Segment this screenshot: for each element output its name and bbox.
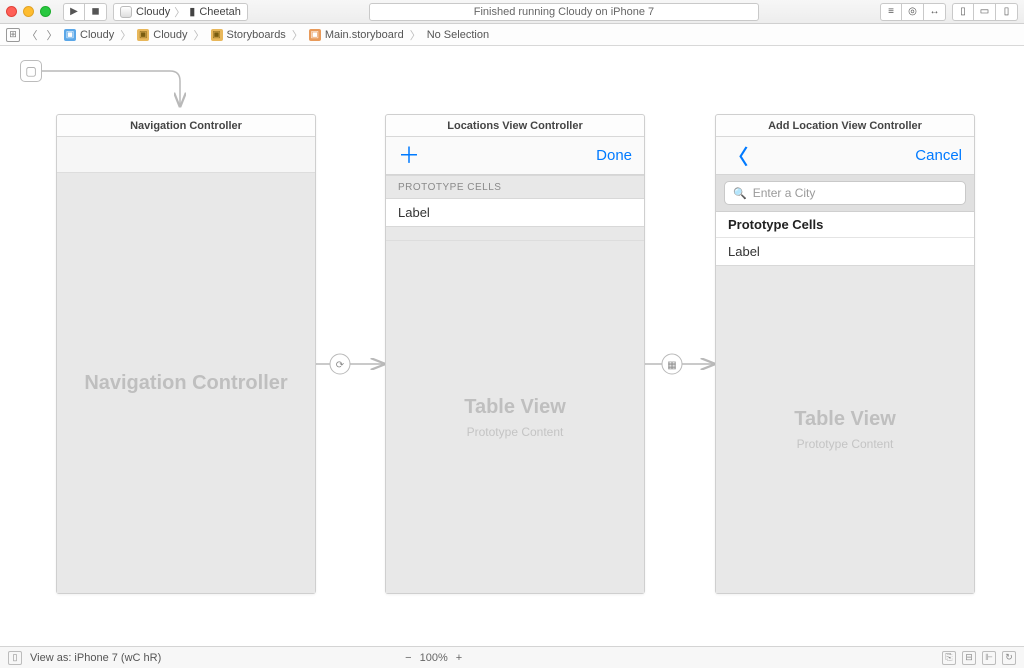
document-outline-toggle[interactable]: ▯	[8, 651, 22, 665]
cancel-button[interactable]: Cancel	[915, 147, 962, 164]
close-window-button[interactable]	[6, 6, 17, 17]
tableview-subtitle: Prototype Content	[467, 425, 564, 439]
resolve-issues-button[interactable]: ↻	[1002, 651, 1016, 665]
jump-bar[interactable]: ⊞ 〈 〉 ▣ Cloudy 〉 ▣ Cloudy 〉 ▣ Storyboard…	[0, 24, 1024, 46]
navigation-bar: ＋ Done	[386, 137, 644, 175]
align-button[interactable]: ⊟	[962, 651, 976, 665]
toggle-debug-button[interactable]: ▭	[974, 3, 996, 21]
cell-label: Label	[398, 205, 430, 220]
scheme-device-label: Cheetah	[199, 6, 241, 18]
status-text: Finished running Cloudy on iPhone 7	[474, 6, 654, 18]
breadcrumb-file[interactable]: Main.storyboard	[325, 29, 404, 41]
tableview-title: Table View	[794, 408, 896, 431]
zoom-window-button[interactable]	[40, 6, 51, 17]
initial-vc-indicator[interactable]: ▢	[20, 60, 42, 82]
pin-button[interactable]: ⊩	[982, 651, 996, 665]
prototype-cell[interactable]: Label	[386, 199, 644, 227]
minimize-window-button[interactable]	[23, 6, 34, 17]
prototype-cells-header: Prototype Cells	[716, 212, 974, 238]
run-button[interactable]: ▶	[63, 3, 85, 21]
navigation-bar-placeholder	[57, 137, 315, 173]
stop-button[interactable]: ◼	[85, 3, 107, 21]
prototype-cells-header: PROTOTYPE CELLS	[386, 175, 644, 199]
standard-editor-button[interactable]: ≡	[880, 3, 902, 21]
app-icon	[120, 6, 132, 18]
forward-button[interactable]: 〉	[44, 27, 60, 43]
related-items-icon[interactable]: ⊞	[6, 28, 20, 42]
back-button[interactable]: 〈	[24, 27, 40, 43]
prototype-cell[interactable]: Label	[716, 238, 974, 266]
scheme-separator: 〉	[174, 4, 185, 20]
breadcrumb-group[interactable]: Cloudy	[153, 29, 187, 41]
scene-title: Add Location View Controller	[716, 115, 974, 137]
breadcrumb-selection[interactable]: No Selection	[427, 29, 489, 41]
svg-text:⟳: ⟳	[336, 360, 345, 371]
view-as-label[interactable]: View as: iPhone 7 (wC hR)	[30, 652, 161, 664]
zoom-out-button[interactable]: −	[405, 652, 411, 664]
window-toolbar: ▶ ◼ Cloudy 〉 ▮ Cheetah Finished running …	[0, 0, 1024, 24]
add-button[interactable]: ＋	[398, 145, 420, 167]
chevron-icon: 〉	[292, 27, 303, 43]
done-button[interactable]: Done	[596, 147, 632, 164]
storyboard-file-icon: ▣	[309, 29, 321, 41]
zoom-percent[interactable]: 100%	[420, 652, 448, 664]
back-button[interactable]: 〈	[728, 141, 748, 170]
window-controls	[6, 6, 51, 17]
chevron-icon: 〉	[410, 27, 421, 43]
toggle-utilities-button[interactable]: ▯	[996, 3, 1018, 21]
chevron-icon: 〉	[120, 27, 131, 43]
zoom-in-button[interactable]: +	[456, 652, 462, 664]
storyboard-canvas[interactable]: ⟳ ▦ ▢ Navigation Controller Navigation C…	[0, 46, 1024, 646]
tableview-title: Table View	[464, 396, 566, 419]
scene-add-location-view-controller[interactable]: Add Location View Controller 〈 Cancel 🔍 …	[715, 114, 975, 594]
search-bar: 🔍 Enter a City	[716, 175, 974, 212]
tableview-subtitle: Prototype Content	[797, 437, 894, 451]
navigation-bar: 〈 Cancel	[716, 137, 974, 175]
scene-navigation-controller[interactable]: Navigation Controller Navigation Control…	[56, 114, 316, 594]
breadcrumb-storyboards[interactable]: Storyboards	[227, 29, 286, 41]
svg-text:▦: ▦	[667, 360, 676, 371]
navigation-controller-label: Navigation Controller	[57, 173, 315, 593]
scene-title: Navigation Controller	[57, 115, 315, 137]
table-view-placeholder: Table View Prototype Content	[716, 266, 974, 593]
canvas-bottom-bar: ▯ View as: iPhone 7 (wC hR) − 100% + ⎘ ⊟…	[0, 646, 1024, 668]
device-icon: ▮	[189, 5, 195, 18]
search-input[interactable]: 🔍 Enter a City	[724, 181, 966, 205]
scene-locations-view-controller[interactable]: Locations View Controller ＋ Done PROTOTY…	[385, 114, 645, 594]
zoom-controls: − 100% +	[405, 652, 462, 664]
project-icon: ▣	[64, 29, 76, 41]
spacer	[386, 227, 644, 241]
toggle-navigator-button[interactable]: ▯	[952, 3, 974, 21]
chevron-icon: 〉	[194, 27, 205, 43]
search-placeholder: Enter a City	[753, 186, 816, 200]
embed-in-button[interactable]: ⎘	[942, 651, 956, 665]
folder-icon: ▣	[137, 29, 149, 41]
version-editor-button[interactable]: ↔	[924, 3, 946, 21]
breadcrumb-project[interactable]: Cloudy	[80, 29, 114, 41]
scheme-app-label: Cloudy	[136, 6, 170, 18]
cell-label: Label	[728, 244, 760, 259]
activity-status: Finished running Cloudy on iPhone 7	[369, 3, 759, 21]
scene-title: Locations View Controller	[386, 115, 644, 137]
search-icon: 🔍	[733, 187, 747, 200]
assistant-editor-button[interactable]: ◎	[902, 3, 924, 21]
table-view-placeholder: Table View Prototype Content	[386, 241, 644, 593]
folder-icon: ▣	[211, 29, 223, 41]
scheme-selector[interactable]: Cloudy 〉 ▮ Cheetah	[113, 3, 248, 21]
